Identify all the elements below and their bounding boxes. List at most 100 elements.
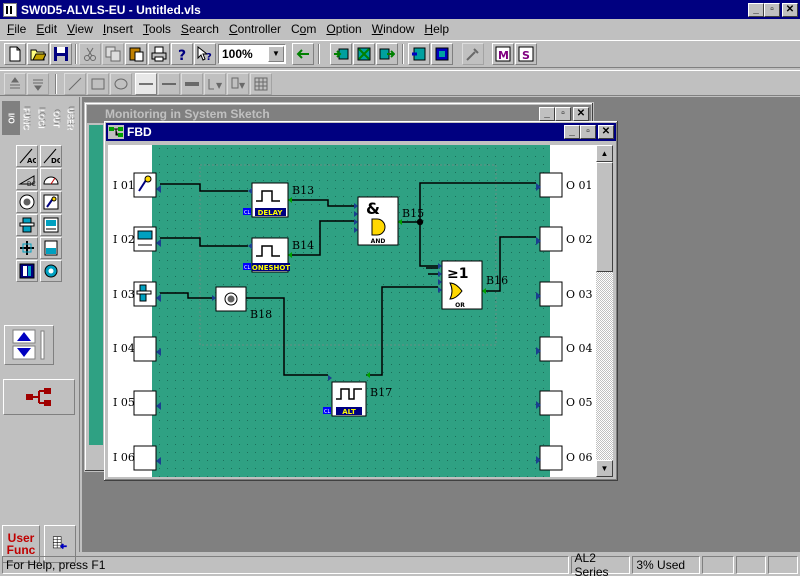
bring-forward-icon[interactable]: ▼ [227, 73, 249, 95]
fbd-window-icon [108, 125, 124, 139]
fbd-window[interactable]: FBD _ ▫ ✕ I 01 I 02 I 03 I 04 I 05 I 06 … [104, 121, 618, 481]
ac-input-icon[interactable]: AC [16, 145, 38, 167]
input-label-5: I 05 [113, 396, 135, 409]
tool-button[interactable] [462, 43, 484, 65]
sketch-close-button[interactable]: ✕ [573, 107, 589, 121]
menu-help[interactable]: Help [419, 22, 454, 36]
macro-s-button[interactable]: S [515, 43, 537, 65]
fbd-caption[interactable]: FBD _ ▫ ✕ [106, 123, 616, 141]
macro-m-button[interactable]: M [492, 43, 514, 65]
monitor-stop-button[interactable] [431, 43, 453, 65]
open-file-button[interactable] [27, 43, 49, 65]
close-button[interactable]: ✕ [782, 2, 798, 17]
plus-input-icon[interactable] [16, 237, 38, 259]
help-icon[interactable]: ? [171, 43, 193, 65]
read-controller-button[interactable] [330, 43, 352, 65]
context-help-icon[interactable]: ? [194, 43, 216, 65]
menu-bar: File Edit View Insert Tools Search Controller C… [0, 19, 800, 39]
menu-search[interactable]: Search [176, 22, 224, 36]
medium-line-icon[interactable] [158, 73, 180, 95]
svg-text:?: ? [206, 52, 212, 62]
output-label-1: O 01 [566, 179, 593, 192]
menu-controller[interactable]: Controller [224, 22, 286, 36]
sketch-maximize-button[interactable]: ▫ [555, 107, 571, 121]
fbd-close-button[interactable]: ✕ [598, 125, 614, 139]
input-label-3: I 03 [113, 288, 135, 301]
menu-edit[interactable]: Edit [31, 22, 62, 36]
ellipse-tool-icon[interactable] [110, 73, 132, 95]
menu-com[interactable]: Com [286, 22, 321, 36]
fbd-canvas[interactable]: I 01 I 02 I 03 I 04 I 05 I 06 O 01 O 02 … [108, 145, 596, 477]
dc-input-icon[interactable]: DC [40, 145, 62, 167]
line-tool-icon[interactable] [64, 73, 86, 95]
block-b16-id: B16 [486, 274, 508, 287]
svg-text:▼: ▼ [216, 81, 223, 90]
app-icon[interactable] [3, 2, 17, 17]
verify-button[interactable] [353, 43, 375, 65]
window-title: SW0D5-ALVLS-EU - Untitled.vls [21, 2, 201, 17]
block-b13-cl-pin: CL [244, 210, 250, 216]
keypad-input-icon[interactable] [16, 260, 38, 282]
palette-tab-user[interactable]: USER [62, 101, 80, 135]
push-button-icon[interactable] [16, 191, 38, 213]
fbd-vertical-scrollbar[interactable]: ▲ ▼ [596, 145, 613, 477]
input-label-4: I 04 [113, 342, 135, 355]
status-pane-1 [702, 556, 735, 574]
rectangle-tool-icon[interactable] [87, 73, 109, 95]
fbd-maximize-button[interactable]: ▫ [580, 125, 596, 139]
thin-line-icon[interactable] [135, 73, 157, 95]
new-file-button[interactable] [4, 43, 26, 65]
save-button[interactable] [50, 43, 72, 65]
svg-text:AC: AC [27, 157, 36, 165]
sketch-minimize-button[interactable]: _ [539, 107, 555, 121]
cut-button[interactable] [79, 43, 101, 65]
sensor-input-icon[interactable] [16, 214, 38, 236]
tree-structure-button[interactable] [3, 379, 75, 415]
proximity-input-icon[interactable] [40, 214, 62, 236]
maximize-button[interactable]: ▫ [764, 2, 780, 17]
menu-file[interactable]: File [2, 22, 31, 36]
menu-view[interactable]: View [62, 22, 98, 36]
menu-insert[interactable]: Insert [98, 22, 138, 36]
monitor-start-button[interactable] [408, 43, 430, 65]
system-sketch-title: Monitoring in System Sketch [105, 107, 270, 121]
thick-line-icon[interactable] [181, 73, 203, 95]
analog-input-icon[interactable]: DC [16, 168, 38, 190]
level-input-icon[interactable] [40, 237, 62, 259]
scroll-up-arrow-icon[interactable]: ▲ [596, 145, 613, 162]
fbd-minimize-button[interactable]: _ [564, 125, 580, 139]
scroll-down-arrow-icon[interactable]: ▼ [596, 460, 613, 477]
gauge-icon[interactable] [40, 168, 62, 190]
menu-option[interactable]: Option [321, 22, 366, 36]
minimize-button[interactable]: _ [748, 2, 764, 17]
fbd-workspace[interactable] [152, 145, 550, 477]
status-help-text: For Help, press F1 [2, 556, 569, 574]
block-b17-label: ALT [342, 408, 356, 416]
copy-button[interactable] [102, 43, 124, 65]
write-controller-button[interactable] [376, 43, 398, 65]
menu-window[interactable]: Window [367, 22, 420, 36]
block-b18-id: B18 [250, 308, 272, 321]
input-label-1: I 01 [113, 179, 135, 192]
paste-button[interactable] [125, 43, 147, 65]
line-style-icon[interactable]: ▼ [204, 73, 226, 95]
back-arrow-button[interactable] [292, 43, 314, 65]
block-b14-id: B14 [292, 239, 314, 252]
grid-icon[interactable] [250, 73, 272, 95]
chevron-down-icon[interactable]: ▼ [268, 46, 284, 62]
block-b13-label: DELAY [258, 209, 284, 217]
output-label-4: O 04 [566, 342, 593, 355]
align-up-icon[interactable] [4, 73, 26, 95]
print-button[interactable] [148, 43, 170, 65]
scroll-thumb[interactable] [596, 162, 613, 272]
block-b17-cl-pin: CL [324, 409, 330, 415]
scroll-updown-button[interactable] [4, 325, 54, 365]
switch-input-icon[interactable] [40, 191, 62, 213]
block-b14-cl-pin: CL [244, 265, 250, 271]
zoom-select[interactable]: 100% ▼ [218, 44, 286, 64]
svg-text:M: M [498, 49, 509, 62]
rotary-input-icon[interactable] [40, 260, 62, 282]
align-down-icon[interactable] [27, 73, 49, 95]
status-pane-2 [736, 556, 767, 574]
menu-tools[interactable]: Tools [138, 22, 176, 36]
